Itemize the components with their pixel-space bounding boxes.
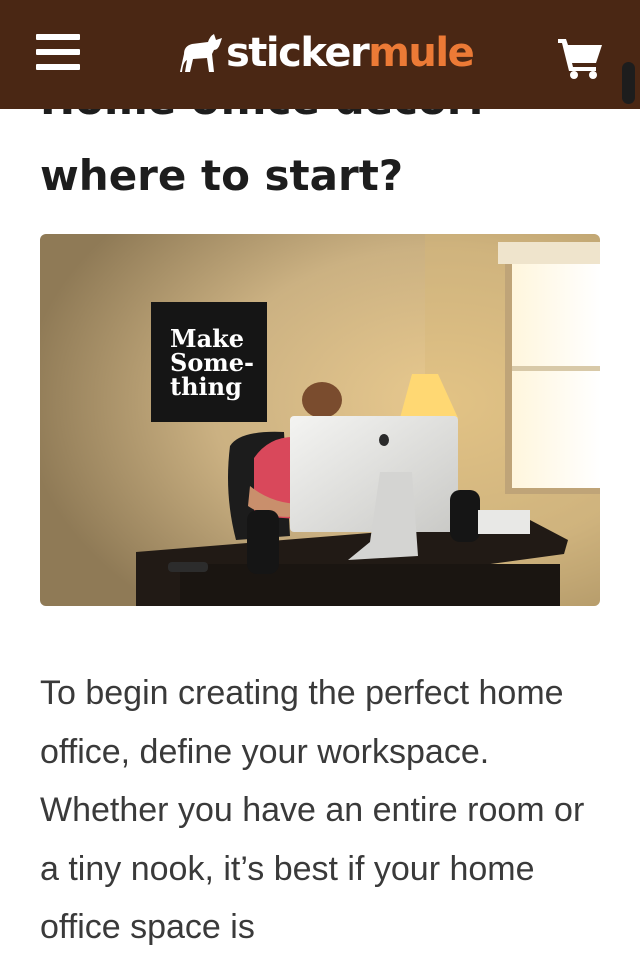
article-paragraph: To begin creating the perfect home offic…	[40, 674, 585, 946]
article-title-line-2: where to start?	[40, 151, 404, 200]
stickermule-logo[interactable]: sticker mule	[178, 28, 475, 78]
logo-text-sticker: sticker	[226, 30, 370, 76]
logo-text-mule: mule	[368, 30, 475, 76]
home-office-photo: Make Some- thing	[40, 234, 600, 606]
top-navigation-bar: sticker mule	[0, 0, 640, 109]
hamburger-menu-icon[interactable]	[36, 32, 82, 72]
poster-line-3: thing	[170, 372, 242, 401]
mule-icon	[180, 34, 222, 72]
page: stickermule Home office decor: where to …	[0, 0, 640, 959]
scrollbar-thumb[interactable]	[622, 62, 635, 104]
shopping-cart-icon[interactable]	[556, 36, 604, 80]
